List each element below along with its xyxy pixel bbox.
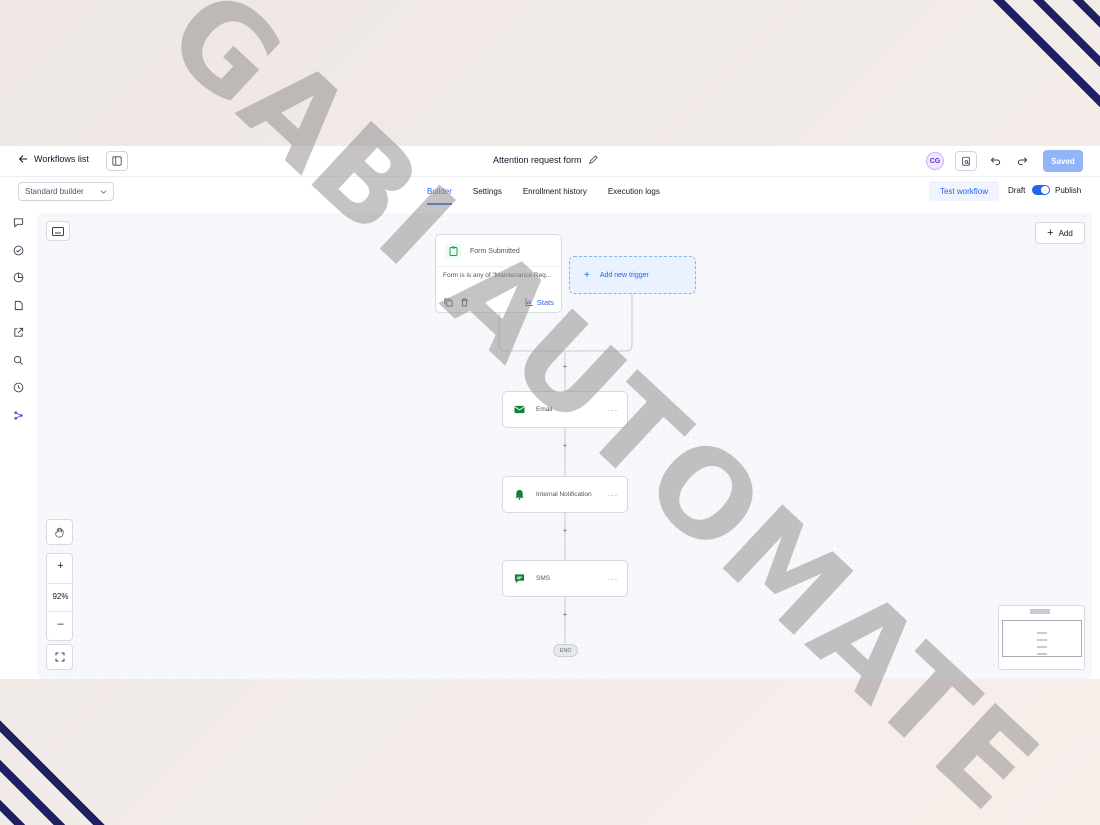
sms-icon [513, 573, 525, 585]
tab-bar: Builder Settings Enrollment history Exec… [427, 177, 660, 205]
add-step-button[interactable]: + [560, 441, 570, 450]
publish-toggle[interactable] [1032, 185, 1050, 195]
add-step-button[interactable]: + [560, 362, 570, 371]
check-circle-icon[interactable] [12, 244, 24, 256]
trigger-divider [436, 266, 561, 267]
external-link-icon[interactable] [12, 326, 24, 338]
workflow-canvas[interactable]: + Add Form Submitted Form is is any of "… [37, 213, 1092, 679]
zoom-in-button[interactable]: + [47, 560, 74, 572]
redo-icon[interactable] [1017, 155, 1028, 166]
trigger-title: Form Submitted [470, 247, 520, 255]
expand-icon [55, 652, 64, 662]
plus-icon: + [584, 269, 590, 281]
tab-settings[interactable]: Settings [473, 177, 502, 205]
workflow-builder-window: Workflows list Attention request form CG… [0, 146, 1100, 679]
more-options-icon[interactable]: ··· [608, 405, 619, 415]
pie-chart-icon[interactable] [12, 271, 24, 283]
minimap[interactable] [998, 605, 1085, 670]
back-label: Workflows list [34, 154, 89, 164]
bell-icon [513, 489, 525, 501]
chevron-down-icon [100, 190, 107, 194]
fit-view-button[interactable] [46, 644, 73, 670]
draft-label: Draft [1008, 186, 1026, 195]
action-node-internal-notification[interactable]: Internal Notification ··· [502, 476, 628, 513]
pan-tool-button[interactable] [46, 519, 73, 545]
trigger-condition: Form is is any of "Maintenance Req... [443, 272, 552, 279]
add-step-button[interactable]: + [560, 610, 570, 619]
search-icon[interactable] [12, 354, 24, 366]
corner-stripes-top-right [980, 0, 1100, 120]
action-node-sms[interactable]: SMS ··· [502, 560, 628, 597]
more-options-icon[interactable]: ··· [608, 574, 619, 584]
document-icon[interactable] [12, 299, 24, 311]
minimap-node [1037, 653, 1047, 655]
stats-label: Stats [536, 297, 554, 307]
zoom-controls: + 92% – [46, 553, 74, 641]
undo-icon[interactable] [990, 155, 1001, 166]
action-node-email[interactable]: Email ··· [502, 391, 628, 428]
bar-chart-icon [525, 298, 533, 306]
panel-toggle-button[interactable] [106, 151, 128, 171]
arrow-left-icon [18, 155, 28, 163]
action-label: SMS [536, 575, 551, 582]
add-step-button[interactable]: + [560, 526, 570, 535]
history-icon[interactable] [12, 381, 24, 393]
trigger-header: Form Submitted [445, 243, 520, 259]
trigger-card-form-submitted[interactable]: Form Submitted Form is is any of "Mainte… [435, 234, 562, 313]
publish-label: Publish [1055, 186, 1082, 195]
trash-icon[interactable] [459, 297, 469, 307]
hand-icon [55, 527, 64, 537]
tab-execution-logs[interactable]: Execution logs [608, 177, 660, 205]
clipboard-search-icon [962, 156, 970, 166]
top-bar: Workflows list Attention request form CG… [0, 146, 1100, 176]
avatar[interactable]: CG [926, 152, 944, 170]
clipboard-icon [445, 243, 461, 259]
trigger-footer: Stats [443, 297, 554, 307]
zoom-out-button[interactable]: – [47, 618, 74, 630]
workflow-title-text: Attention request form [493, 155, 582, 165]
clipboard-button[interactable] [955, 151, 977, 171]
workflow-title[interactable]: Attention request form [493, 155, 598, 165]
stats-link[interactable]: Stats [525, 298, 554, 307]
tab-builder[interactable]: Builder [427, 177, 452, 205]
saved-button[interactable]: Saved [1043, 150, 1083, 172]
builder-type-select[interactable]: Standard builder [18, 182, 114, 201]
zoom-divider [47, 611, 74, 612]
sub-bar: Standard builder Builder Settings Enroll… [0, 176, 1100, 205]
left-rail [0, 204, 36, 679]
zoom-level: 92% [52, 592, 69, 601]
minimap-node [1037, 646, 1047, 648]
chat-icon[interactable] [12, 216, 24, 228]
minimap-node [1037, 639, 1047, 641]
copy-icon[interactable] [443, 297, 453, 307]
tab-enrollment-history[interactable]: Enrollment history [523, 177, 587, 205]
back-to-workflows-link[interactable]: Workflows list [18, 154, 89, 164]
sidebar-panel-icon [112, 156, 122, 166]
end-marker: END [553, 644, 578, 657]
zoom-divider [47, 583, 74, 584]
minimap-node [1037, 632, 1047, 634]
add-new-trigger-label: Add new trigger [599, 271, 649, 279]
corner-stripes-bottom-left [0, 705, 120, 825]
add-new-trigger-button[interactable]: + Add new trigger [569, 256, 696, 294]
minimap-trigger [1030, 609, 1050, 614]
action-label: Email [536, 406, 553, 413]
builder-type-value: Standard builder [25, 187, 84, 196]
more-options-icon[interactable]: ··· [608, 490, 619, 500]
test-workflow-button[interactable]: Test workflow [929, 181, 999, 201]
action-label: Internal Notification [536, 491, 592, 498]
workflow-icon[interactable] [12, 409, 24, 421]
pencil-icon[interactable] [588, 155, 598, 165]
email-icon [513, 404, 525, 416]
